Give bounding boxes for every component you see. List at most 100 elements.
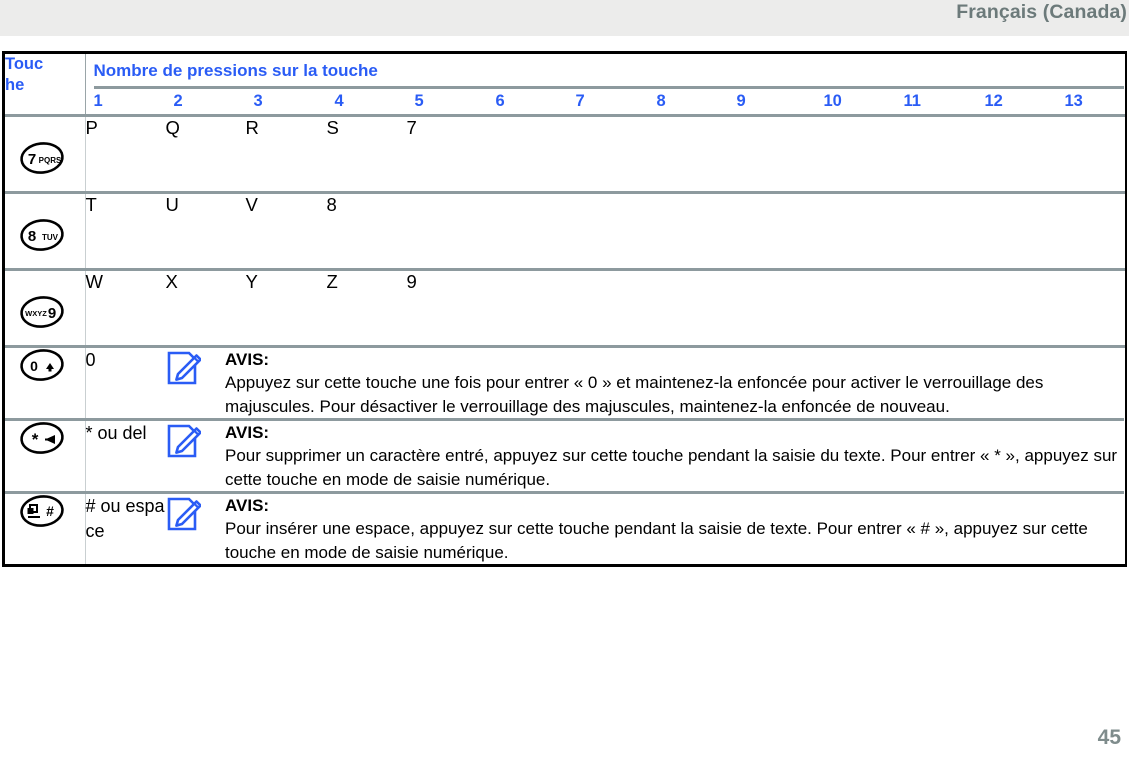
key-press-value-cell: W	[85, 268, 166, 347]
keypad-table: Touche Nombre de pressions sur la touche…	[5, 54, 1125, 564]
note-cell: AVIS: Pour supprimer un caractère entré, …	[165, 418, 1125, 493]
key-press-value-cell: P	[85, 114, 166, 193]
key-hash-space-icon: #	[5, 494, 85, 528]
table-row: 0 0 AVIS: Appuyez sur cette touche une fois…	[5, 345, 1125, 420]
table-row: 7 PQRS P Q R S 7	[5, 114, 1125, 193]
key-icon-cell: #	[5, 491, 86, 564]
svg-text:7: 7	[28, 151, 36, 168]
press-count-8: 8	[656, 92, 666, 110]
press-count-12: 12	[984, 92, 1003, 110]
note-pencil-icon	[165, 348, 203, 391]
note-cell: AVIS: Appuyez sur cette touche une fois p…	[165, 345, 1125, 420]
press-count-5: 5	[414, 92, 424, 110]
key-press-value-cell	[487, 268, 568, 347]
key-press-value-cell	[648, 114, 729, 193]
table-row: * * ou del AVIS: Pour supprimer un caractèr…	[5, 418, 1125, 493]
press-count-10: 10	[823, 92, 842, 110]
key-star-delete-icon: *	[5, 421, 85, 455]
key-mapping-table: Touche Nombre de pressions sur la touche…	[2, 51, 1127, 567]
press-count-1: 1	[93, 92, 103, 110]
press-count-header-row: 1 2 3 4 5 6 7 8 9 10 11 12 13	[86, 89, 1125, 114]
key-press-value-cell	[728, 114, 816, 193]
key-press-value-cell	[976, 191, 1057, 270]
key-7-pqrs-icon: 7 PQRS	[5, 117, 85, 191]
key-press-value-cell	[567, 268, 649, 347]
table-row: WXYZ 9 W X Y Z 9	[5, 268, 1125, 347]
svg-text:TUV: TUV	[42, 233, 59, 242]
key-9-wxyz-icon: WXYZ 9	[5, 271, 85, 345]
note-body-text: Appuyez sur cette touche une fois pour e…	[225, 373, 1044, 416]
page-header-band: Français (Canada)	[0, 0, 1129, 36]
key-press-value-cell: S	[326, 114, 407, 193]
key-press-value-cell	[1056, 114, 1125, 193]
key-press-value-cell: Y	[245, 268, 327, 347]
key-press-value-cell	[895, 114, 977, 193]
key-press-value-cell: U	[165, 191, 246, 270]
key-icon-cell: *	[5, 418, 86, 493]
key-press-value-cell: Q	[165, 114, 246, 193]
key-icon-cell: 8 TUV	[5, 191, 86, 270]
key-label-cell: * ou del	[85, 418, 165, 493]
press-count-2: 2	[173, 92, 183, 110]
key-press-value-cell	[567, 191, 649, 270]
page-number: 45	[1097, 726, 1121, 749]
key-icon-cell: 7 PQRS	[5, 114, 86, 193]
key-label-cell: # ou espace	[85, 491, 165, 564]
note-title: AVIS:	[225, 423, 270, 442]
svg-text:9: 9	[48, 305, 56, 322]
key-press-value-cell: T	[85, 191, 166, 270]
svg-text:PQRS: PQRS	[39, 156, 62, 165]
svg-text:#: #	[46, 503, 54, 519]
svg-text:WXYZ: WXYZ	[25, 309, 47, 318]
key-column-header-label: Touche	[5, 55, 44, 94]
note-cell: AVIS: Pour insérer une espace, appuyez su…	[165, 491, 1125, 564]
key-8-tuv-icon: 8 TUV	[5, 194, 85, 268]
key-column-header-cell: Touche	[5, 54, 86, 116]
key-press-value-cell	[648, 268, 729, 347]
note-pencil-icon	[165, 421, 203, 464]
key-press-value-cell	[648, 191, 729, 270]
key-press-value-cell	[487, 191, 568, 270]
note-body-text: Pour insérer une espace, appuyez sur cet…	[225, 519, 1088, 562]
presses-header-label: Nombre de pressions sur la touche	[93, 61, 378, 80]
key-press-value-cell: 9	[406, 268, 488, 347]
page-footer: 45	[0, 726, 1129, 762]
note-body-text: Pour supprimer un caractère entré, appuy…	[225, 446, 1118, 489]
key-press-value-cell: X	[165, 268, 246, 347]
table-header-row: Touche Nombre de pressions sur la touche…	[5, 54, 1125, 116]
key-press-value-cell	[487, 114, 568, 193]
language-label: Français (Canada)	[956, 1, 1127, 23]
key-press-value-cell: V	[245, 191, 327, 270]
key-0-shift-icon: 0	[5, 348, 85, 382]
key-press-value-cell	[1056, 191, 1125, 270]
key-press-value-cell	[976, 114, 1057, 193]
table-row: 8 TUV T U V 8	[5, 191, 1125, 270]
press-count-3: 3	[253, 92, 263, 110]
key-icon-cell: 0	[5, 345, 86, 420]
key-press-value-cell	[815, 268, 896, 347]
key-press-value-cell	[815, 114, 896, 193]
key-press-value-cell: R	[245, 114, 327, 193]
svg-text:0: 0	[30, 358, 38, 374]
press-count-6: 6	[495, 92, 505, 110]
key-press-value-cell	[815, 191, 896, 270]
press-count-11: 11	[903, 92, 921, 110]
key-press-value-cell	[728, 191, 816, 270]
key-press-value-cell	[406, 191, 488, 270]
key-press-value-cell	[728, 268, 816, 347]
key-label-cell: 0	[85, 345, 165, 420]
press-count-9: 9	[736, 92, 746, 110]
press-count-7: 7	[575, 92, 585, 110]
key-press-value-cell: 7	[406, 114, 488, 193]
key-icon-cell: WXYZ 9	[5, 268, 86, 347]
presses-header-cell: Nombre de pressions sur la touche 123456…	[85, 54, 1125, 116]
key-press-value-cell	[895, 268, 977, 347]
key-press-value-cell: Z	[326, 268, 407, 347]
note-title: AVIS:	[225, 350, 270, 369]
note-pencil-icon	[165, 494, 203, 537]
press-count-13: 13	[1064, 92, 1083, 110]
svg-text:8: 8	[28, 228, 36, 245]
key-press-value-cell	[895, 191, 977, 270]
svg-text:*: *	[32, 430, 39, 449]
note-title: AVIS:	[225, 496, 270, 515]
